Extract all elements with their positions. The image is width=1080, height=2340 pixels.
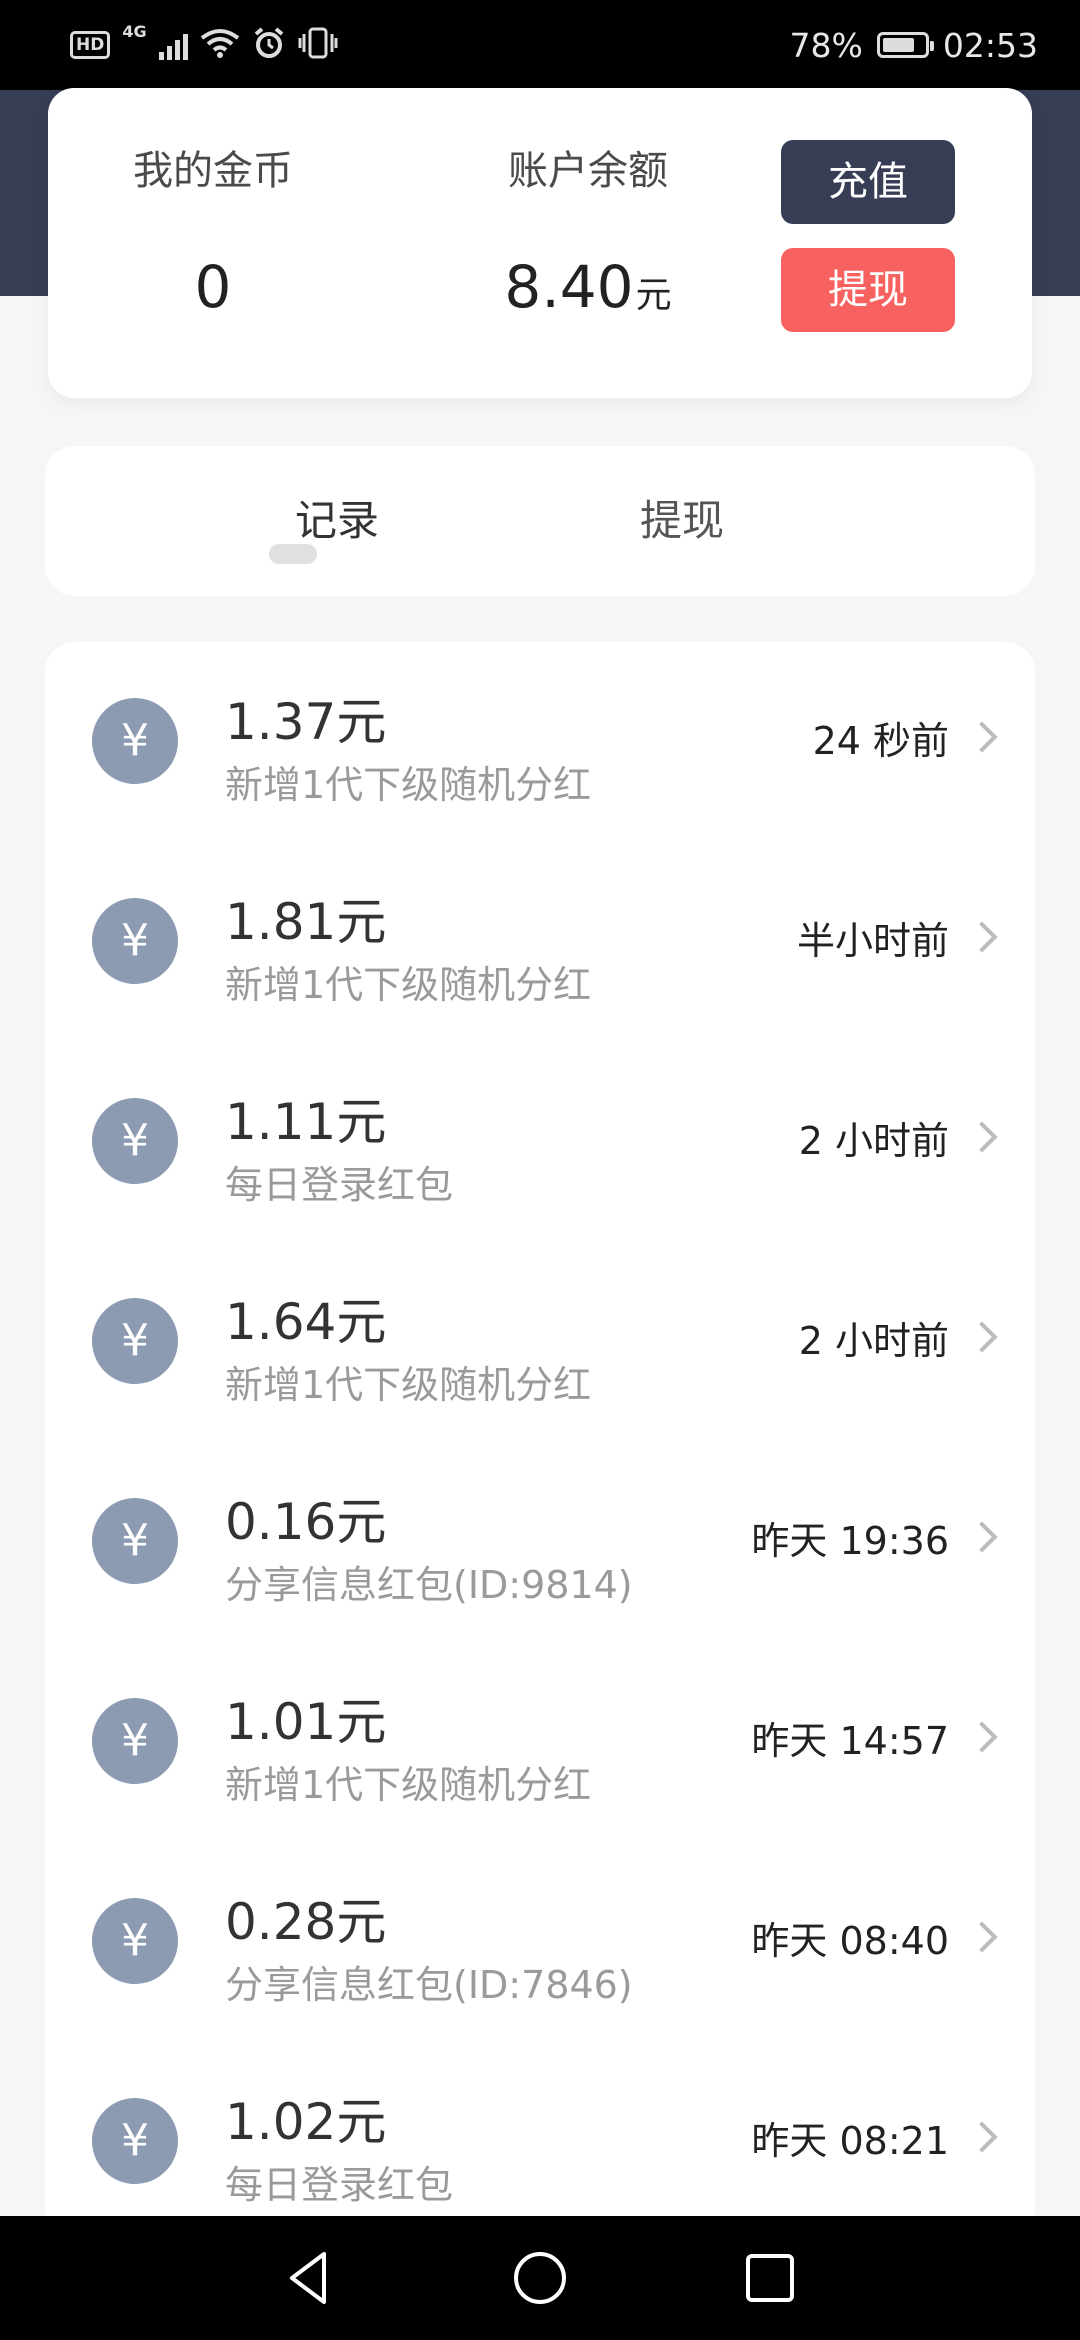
record-time: 2 小时前 bbox=[798, 1119, 949, 1163]
record-amount: 1.02元 bbox=[225, 2093, 387, 2151]
clock: 02:53 bbox=[942, 25, 1038, 65]
tabs-bar: 记录 提现 bbox=[45, 446, 1035, 596]
list-item[interactable]: ¥ 1.01元 新增1代下级随机分红 昨天 14:57 bbox=[45, 1642, 1035, 1842]
yuan-coin-icon: ¥ bbox=[92, 1698, 178, 1784]
account-balance-unit: 元 bbox=[635, 275, 672, 316]
battery-icon bbox=[876, 32, 934, 58]
chevron-right-icon bbox=[966, 1521, 998, 1553]
status-bar: HD 4G 78% 02:53 bbox=[0, 0, 1080, 90]
list-item[interactable]: ¥ 1.37元 新增1代下级随机分红 24 秒前 bbox=[45, 642, 1035, 842]
home-icon[interactable] bbox=[508, 2246, 572, 2310]
chevron-right-icon bbox=[966, 921, 998, 953]
record-time: 昨天 08:21 bbox=[751, 2119, 949, 2163]
vibrate-icon bbox=[298, 26, 338, 64]
record-amount: 1.01元 bbox=[225, 1693, 387, 1751]
record-description: 新增1代下级随机分红 bbox=[225, 1363, 592, 1407]
record-description: 每日登录红包 bbox=[225, 1163, 454, 1207]
wifi-icon bbox=[200, 28, 240, 62]
record-time: 24 秒前 bbox=[812, 719, 949, 763]
status-icons-right: 78% 02:53 bbox=[790, 0, 1038, 90]
record-amount: 0.28元 bbox=[225, 1893, 387, 1951]
record-description: 新增1代下级随机分红 bbox=[225, 1763, 592, 1807]
list-item[interactable]: ¥ 1.11元 每日登录红包 2 小时前 bbox=[45, 1042, 1035, 1242]
chevron-right-icon bbox=[966, 1321, 998, 1353]
recent-apps-icon[interactable] bbox=[738, 2246, 802, 2310]
list-item[interactable]: ¥ 0.16元 分享信息红包(ID:9814) 昨天 19:36 bbox=[45, 1442, 1035, 1642]
yuan-coin-icon: ¥ bbox=[92, 1298, 178, 1384]
navigation-bar bbox=[0, 2216, 1080, 2340]
record-description: 新增1代下级随机分红 bbox=[225, 763, 592, 807]
tab-records[interactable]: 记录 bbox=[187, 446, 487, 596]
record-amount: 1.64元 bbox=[225, 1293, 387, 1351]
tab-withdraw[interactable]: 提现 bbox=[532, 446, 832, 596]
record-time: 昨天 08:40 bbox=[751, 1919, 949, 1963]
back-icon[interactable] bbox=[278, 2246, 342, 2310]
record-time: 半小时前 bbox=[796, 919, 949, 963]
network-type-label: 4G bbox=[122, 22, 147, 41]
yuan-coin-icon: ¥ bbox=[92, 1898, 178, 1984]
yuan-coin-icon: ¥ bbox=[92, 698, 178, 784]
record-amount: 0.16元 bbox=[225, 1493, 387, 1551]
battery-percent: 78% bbox=[789, 25, 863, 65]
active-tab-indicator bbox=[269, 544, 317, 564]
record-amount: 1.11元 bbox=[225, 1093, 387, 1151]
record-amount: 1.37元 bbox=[225, 693, 387, 751]
chevron-right-icon bbox=[966, 1921, 998, 1953]
account-balance-value: 8.40元 bbox=[423, 253, 753, 321]
records-list: ¥ 1.37元 新增1代下级随机分红 24 秒前 ¥ 1.81元 新增1代下级随… bbox=[45, 642, 1035, 2242]
signal-icon bbox=[158, 30, 188, 60]
coins-label: 我的金币 bbox=[133, 148, 293, 194]
chevron-right-icon bbox=[966, 721, 998, 753]
chevron-right-icon bbox=[966, 1721, 998, 1753]
chevron-right-icon bbox=[966, 2121, 998, 2153]
recharge-button[interactable]: 充值 bbox=[781, 140, 955, 224]
record-time: 昨天 19:36 bbox=[751, 1519, 949, 1563]
record-description: 分享信息红包(ID:7846) bbox=[225, 1963, 633, 2007]
record-description: 每日登录红包 bbox=[225, 2163, 454, 2207]
withdraw-button[interactable]: 提现 bbox=[781, 248, 955, 332]
record-time: 2 小时前 bbox=[798, 1319, 949, 1363]
record-time: 昨天 14:57 bbox=[751, 1719, 949, 1763]
alarm-icon bbox=[252, 26, 286, 64]
account-balance-amount: 8.40 bbox=[504, 253, 634, 321]
yuan-coin-icon: ¥ bbox=[92, 898, 178, 984]
balance-card: 我的金币 0 账户余额 8.40元 充值 提现 bbox=[48, 88, 1032, 398]
list-item[interactable]: ¥ 1.64元 新增1代下级随机分红 2 小时前 bbox=[45, 1242, 1035, 1442]
record-amount: 1.81元 bbox=[225, 893, 387, 951]
hd-icon: HD bbox=[70, 31, 111, 59]
list-item[interactable]: ¥ 0.28元 分享信息红包(ID:7846) 昨天 08:40 bbox=[45, 1842, 1035, 2042]
yuan-coin-icon: ¥ bbox=[92, 1498, 178, 1584]
list-item[interactable]: ¥ 1.02元 每日登录红包 昨天 08:21 bbox=[45, 2042, 1035, 2242]
coins-value: 0 bbox=[194, 253, 232, 321]
yuan-coin-icon: ¥ bbox=[92, 2098, 178, 2184]
list-item[interactable]: ¥ 1.81元 新增1代下级随机分红 半小时前 bbox=[45, 842, 1035, 1042]
status-icons-left: HD 4G bbox=[70, 22, 338, 68]
account-balance-label: 账户余额 bbox=[508, 148, 668, 194]
record-description: 分享信息红包(ID:9814) bbox=[225, 1563, 633, 1607]
yuan-coin-icon: ¥ bbox=[92, 1098, 178, 1184]
record-description: 新增1代下级随机分红 bbox=[225, 963, 592, 1007]
chevron-right-icon bbox=[966, 1121, 998, 1153]
